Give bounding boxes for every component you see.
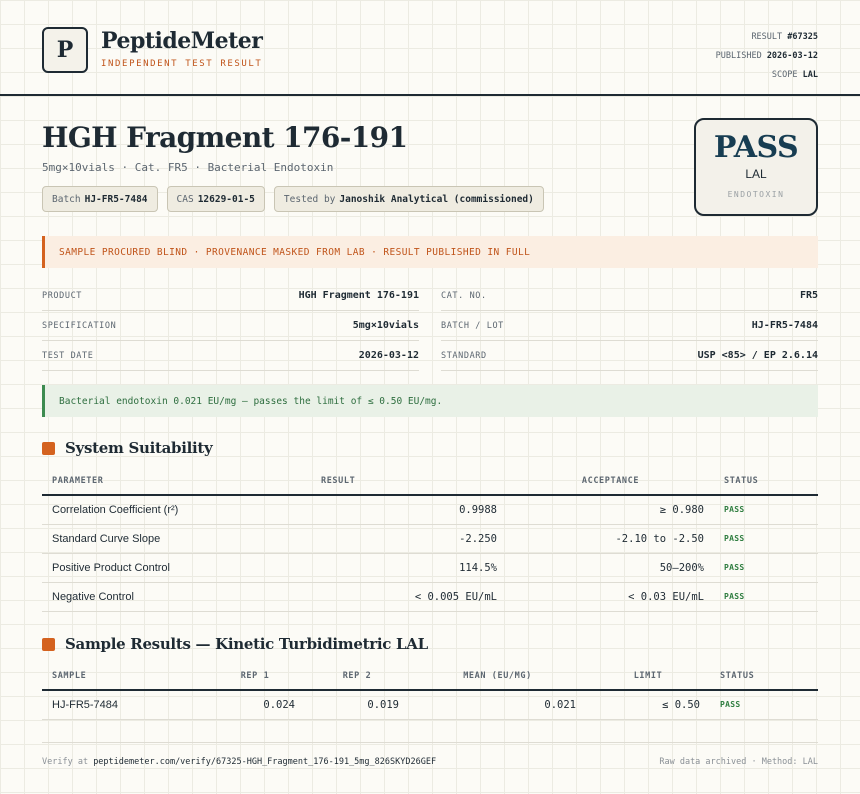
table-row: Positive Product Control 114.5% 50–200% …	[42, 553, 818, 583]
section-sample-results: Sample Results — Kinetic Turbidimetric L…	[42, 635, 428, 653]
archive-note: Raw data archived · Method: LAL	[659, 757, 818, 767]
sample-results-table: SAMPLE REP 1 REP 2 MEAN (EU/MG) LIMIT ST…	[42, 662, 818, 720]
result-summary-banner: Bacterial endotoxin 0.021 EU/mg — passes…	[42, 385, 818, 417]
result-id: #67325	[787, 32, 818, 42]
meta-published: PUBLISHED 2026-03-12	[715, 51, 818, 61]
section-marker-icon	[42, 637, 55, 651]
section-marker-icon	[42, 441, 55, 455]
section-system-suitability: System Suitability	[42, 439, 213, 457]
procurement-notice: SAMPLE PROCURED BLIND · PROVENANCE MASKE…	[42, 236, 818, 268]
scope-value: LAL	[802, 70, 818, 80]
status-badge: PASS	[710, 690, 818, 720]
verify-link[interactable]: peptidemeter.com/verify/67325-HGH_Fragme…	[93, 757, 436, 767]
table-row: Negative Control < 0.005 EU/mL < 0.03 EU…	[42, 582, 818, 612]
published-date: 2026-03-12	[766, 51, 818, 61]
meta-scope: SCOPE LAL	[771, 70, 818, 80]
chip-batch: Batch HJ-FR5-7484	[42, 186, 158, 212]
logo-letter: P	[56, 37, 74, 63]
verify-line: Verify at peptidemeter.com/verify/67325-…	[42, 757, 437, 767]
brand-name: PeptideMeter	[101, 28, 263, 54]
table-header-row: PARAMETER RESULT ACCEPTANCE STATUS	[42, 467, 818, 496]
suitability-table: PARAMETER RESULT ACCEPTANCE STATUS Corre…	[42, 467, 818, 612]
chip-tested-by: Tested by Janoshik Analytical (commission…	[273, 186, 544, 212]
detail-product: PRODUCT HGH Fragment 176-191	[42, 281, 419, 311]
brand-logo: P	[42, 27, 88, 73]
table-row: HJ-FR5-7484 0.024 0.019 0.021 ≤ 0.50 PAS…	[42, 690, 818, 720]
detail-test-date: TEST DATE 2026-03-12	[42, 341, 419, 371]
status-badge: PASS	[714, 553, 818, 583]
stamp-method: LAL	[745, 167, 767, 181]
meta-result: RESULT #67325	[751, 32, 818, 42]
stamp-test: ENDOTOXIN	[727, 190, 785, 199]
report-footer: Verify at peptidemeter.com/verify/67325-…	[42, 742, 818, 767]
product-title: HGH Fragment 176-191	[42, 121, 408, 154]
table-header-row: SAMPLE REP 1 REP 2 MEAN (EU/MG) LIMIT ST…	[42, 662, 818, 691]
brand-tagline: INDEPENDENT TEST RESULT	[101, 59, 263, 69]
detail-specification: SPECIFICATION 5mg×10vials	[42, 311, 419, 341]
status-badge: PASS	[714, 495, 818, 525]
stamp-verdict: PASS	[713, 130, 799, 165]
section-title: System Suitability	[65, 439, 213, 457]
product-subtitle: 5mg×10vials · Cat. FR5 · Bacterial Endot…	[42, 161, 334, 174]
table-row: Correlation Coefficient (r²) 0.9988 ≥ 0.…	[42, 495, 818, 525]
pass-stamp: PASS LAL ENDOTOXIN	[694, 118, 818, 216]
report-header: P PeptideMeter INDEPENDENT TEST RESULT R…	[0, 0, 860, 96]
report-meta: RESULT #67325 PUBLISHED 2026-03-12 SCOPE…	[716, 28, 818, 85]
section-title: Sample Results — Kinetic Turbidimetric L…	[65, 635, 428, 653]
table-row: Standard Curve Slope -2.250 -2.10 to -2.…	[42, 524, 818, 554]
status-badge: PASS	[714, 524, 818, 554]
detail-batch: BATCH / LOT HJ-FR5-7484	[441, 311, 818, 341]
status-badge: PASS	[714, 582, 818, 612]
detail-standard: STANDARD USP <85> / EP 2.6.14	[441, 341, 818, 371]
product-chips: Batch HJ-FR5-7484 CAS 12629-01-5 Tested by…	[42, 186, 544, 212]
chip-cas: CAS 12629-01-5	[166, 186, 265, 212]
detail-cat-no: CAT. NO. FR5	[441, 281, 818, 311]
